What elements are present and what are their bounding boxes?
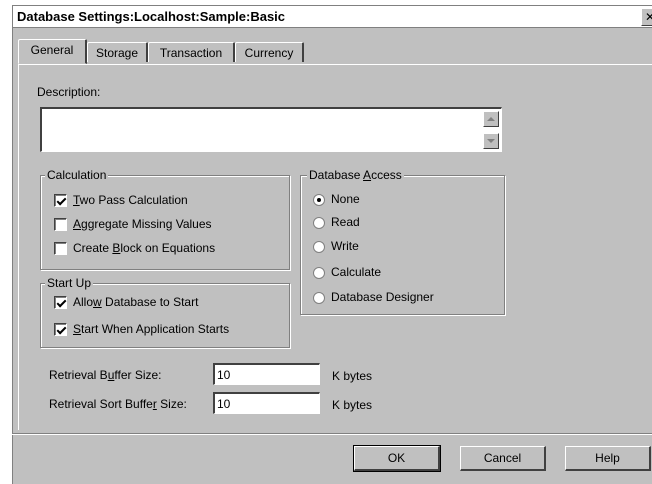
retrieval-buffer-size-label: Retrieval Buffer Size: [49, 366, 162, 384]
label-part: Retrieval Sort Buffe [49, 397, 153, 411]
checkbox-label-part: wo Pass Calculation [79, 193, 188, 207]
tab-currency[interactable]: Currency [235, 42, 304, 62]
aggregate-missing-values-checkbox[interactable]: Aggregate Missing Values [54, 215, 212, 233]
tab-general-label: General [30, 43, 74, 57]
cancel-button[interactable]: Cancel [460, 446, 546, 471]
two-pass-calculation-checkbox[interactable]: Two Pass Calculation [54, 191, 188, 209]
title-bar[interactable]: Database Settings:Localhost:Sample:Basic… [13, 6, 652, 28]
retrieval-buffer-size-input[interactable] [213, 363, 320, 385]
label-part: Size: [156, 397, 187, 411]
tab-transaction-label: Transaction [159, 46, 223, 60]
checkbox-label-part: Create [73, 241, 113, 255]
access-read-radio[interactable]: Read [313, 213, 360, 231]
tab-transaction[interactable]: Transaction [148, 42, 235, 62]
label-part: Retrieval B [49, 368, 108, 382]
checkbox-box[interactable] [54, 323, 67, 337]
tab-currency-label: Currency [244, 46, 294, 60]
radio-button[interactable] [313, 216, 325, 229]
retrieval-sort-buffer-size-label: Retrieval Sort Buffer Size: [49, 395, 187, 413]
radio-label: Read [331, 215, 360, 229]
checkbox-label-part: ggregate Missing Values [81, 217, 212, 231]
checkbox-box[interactable] [54, 218, 67, 232]
radio-button[interactable] [313, 266, 325, 279]
tab-general[interactable]: General [18, 39, 87, 64]
access-database-designer-radio[interactable]: Database Designer [313, 288, 434, 306]
radio-label: Database Designer [331, 290, 434, 304]
retrieval-sort-buffer-unit: K bytes [332, 398, 373, 412]
help-button[interactable]: Help [565, 446, 651, 471]
ok-button[interactable]: OK [353, 445, 441, 472]
group-title-part: ccess [371, 168, 402, 182]
chevron-down-icon [487, 139, 495, 143]
create-block-on-equations-checkbox[interactable]: Create Block on Equations [54, 239, 215, 257]
description-label: Description: [37, 85, 101, 99]
checkbox-label-part: Allo [73, 295, 94, 309]
scroll-up-button[interactable] [483, 111, 499, 127]
database-access-group-title: Database Access [307, 168, 404, 182]
checkbox-hotkey: A [73, 217, 82, 231]
group-title-hotkey: A [363, 168, 372, 182]
startup-group-title: Start Up [45, 276, 94, 290]
radio-button[interactable] [313, 193, 325, 206]
checkbox-hotkey: S [73, 322, 82, 336]
access-write-radio[interactable]: Write [313, 237, 359, 255]
start-when-application-starts-checkbox[interactable]: Start When Application Starts [54, 320, 229, 338]
radio-label: Calculate [331, 265, 382, 279]
window-title: Database Settings:Localhost:Sample:Basic [17, 9, 286, 24]
calculation-group-title: Calculation [45, 168, 109, 182]
checkbox-hotkey: T [73, 193, 80, 207]
allow-database-to-start-checkbox[interactable]: Allow Database to Start [54, 293, 198, 311]
checkbox-box[interactable] [54, 194, 67, 208]
checkbox-label-part: tart When Application Starts [81, 322, 230, 336]
radio-button[interactable] [313, 240, 325, 253]
checkbox-label-part: lock on Equations [120, 241, 216, 255]
scroll-down-button[interactable] [483, 133, 499, 149]
tab-storage-label: Storage [95, 46, 139, 60]
checkbox-hotkey: w [93, 295, 102, 309]
radio-button[interactable] [313, 291, 325, 304]
close-icon[interactable]: ✕ [641, 8, 652, 26]
description-textarea[interactable] [40, 107, 502, 152]
radio-label: Write [331, 239, 359, 253]
tab-storage[interactable]: Storage [87, 42, 148, 62]
label-part: ffer Size: [114, 368, 162, 382]
button-bar-divider [12, 433, 652, 435]
checkbox-box[interactable] [54, 242, 67, 256]
retrieval-sort-buffer-size-input[interactable] [213, 392, 320, 414]
group-title-part: Database [309, 168, 364, 182]
chevron-up-icon [487, 117, 495, 121]
retrieval-buffer-unit: K bytes [332, 369, 373, 383]
radio-label: None [331, 192, 360, 206]
checkbox-label-part: Database to Start [101, 295, 199, 309]
access-calculate-radio[interactable]: Calculate [313, 263, 381, 281]
access-none-radio[interactable]: None [313, 190, 360, 208]
checkbox-box[interactable] [54, 296, 67, 310]
